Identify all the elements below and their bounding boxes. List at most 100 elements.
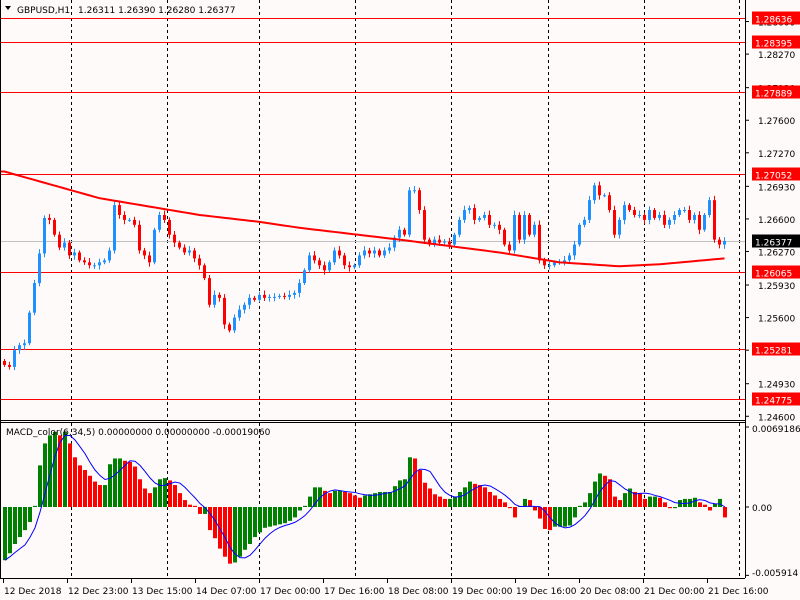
candle-body bbox=[113, 205, 116, 251]
candle-body bbox=[543, 260, 546, 266]
candle-body bbox=[688, 210, 691, 220]
macd-bar bbox=[513, 507, 517, 518]
candle-body bbox=[633, 210, 636, 215]
candle-body bbox=[153, 229, 156, 263]
time-tick-label: 17 Dec 16:00 bbox=[324, 587, 385, 597]
candle-body bbox=[363, 250, 366, 256]
time-tick-label: 20 Dec 08:00 bbox=[580, 587, 641, 597]
macd-bar bbox=[408, 457, 412, 507]
macd-bar bbox=[13, 507, 17, 544]
candle-body bbox=[703, 214, 706, 230]
time-tick-label: 17 Dec 00:00 bbox=[260, 587, 321, 597]
macd-bar bbox=[103, 485, 107, 507]
macd-bar bbox=[623, 493, 627, 507]
macd-bar bbox=[448, 498, 452, 507]
candle-body bbox=[413, 190, 416, 192]
price-level-label: 1.28636 bbox=[755, 16, 792, 26]
candle-body bbox=[573, 244, 576, 256]
candle bbox=[518, 212, 521, 244]
candle-body bbox=[378, 250, 381, 256]
candle-body bbox=[713, 200, 716, 240]
candle-body bbox=[333, 250, 336, 263]
candle-body bbox=[348, 265, 351, 268]
macd-bar bbox=[218, 507, 222, 549]
candle-body bbox=[23, 343, 26, 346]
candle-body bbox=[13, 350, 16, 367]
candle-body bbox=[613, 210, 616, 235]
macd-bar bbox=[153, 487, 157, 507]
candle bbox=[28, 310, 31, 346]
macd-bar bbox=[718, 498, 722, 507]
candle-body bbox=[653, 210, 656, 218]
macd-bar bbox=[23, 507, 27, 531]
candle-body bbox=[418, 190, 421, 211]
candle-body bbox=[608, 195, 611, 211]
macd-bar bbox=[653, 496, 657, 507]
candle-body bbox=[388, 247, 391, 251]
macd-bar bbox=[478, 485, 482, 507]
macd-bar bbox=[108, 464, 112, 507]
candle-body bbox=[588, 200, 591, 220]
macd-bar bbox=[258, 507, 262, 533]
macd-bar bbox=[128, 461, 132, 507]
candle-body bbox=[133, 219, 136, 225]
candle-body bbox=[673, 214, 676, 220]
candle bbox=[703, 212, 706, 232]
candle-body bbox=[143, 250, 146, 256]
price-tick-label: 1.24930 bbox=[758, 381, 795, 391]
macd-bar bbox=[243, 507, 247, 550]
macd-bar bbox=[723, 507, 727, 518]
macd-bar bbox=[493, 495, 497, 507]
macd-tick-label: -0.005914 bbox=[752, 569, 798, 579]
macd-bar bbox=[18, 507, 22, 538]
candle bbox=[538, 220, 541, 264]
candle-body bbox=[678, 210, 681, 215]
macd-bar bbox=[193, 505, 197, 507]
candle-body bbox=[248, 297, 251, 305]
candle-body bbox=[598, 185, 601, 196]
candle-body bbox=[328, 262, 331, 271]
candle-body bbox=[483, 214, 486, 218]
macd-bar bbox=[123, 460, 127, 507]
macd-bar bbox=[433, 494, 437, 507]
candle-body bbox=[668, 219, 671, 225]
macd-bar bbox=[488, 491, 492, 507]
macd-bar bbox=[388, 491, 392, 507]
macd-bar bbox=[8, 507, 12, 554]
macd-bar bbox=[338, 490, 342, 507]
macd-bar bbox=[3, 507, 7, 561]
macd-bar bbox=[708, 507, 712, 511]
candle-body bbox=[138, 224, 141, 251]
macd-bar bbox=[173, 485, 177, 507]
symbol-label: GBPUSD,H1 bbox=[17, 6, 70, 16]
candle-body bbox=[603, 195, 606, 197]
candle bbox=[223, 294, 226, 329]
chart-header[interactable]: GBPUSD,H1 1.26311 1.26390 1.26280 1.2637… bbox=[5, 6, 235, 16]
time-tick-label: 19 Dec 00:00 bbox=[452, 587, 513, 597]
background bbox=[0, 0, 800, 600]
price-tick-label: 1.28270 bbox=[758, 51, 795, 61]
candle bbox=[418, 187, 421, 214]
candle-body bbox=[83, 260, 86, 263]
macd-bar bbox=[443, 498, 447, 507]
candle-body bbox=[623, 205, 626, 220]
candle bbox=[43, 215, 46, 258]
candle-body bbox=[343, 255, 346, 266]
macd-bar bbox=[83, 470, 87, 507]
macd-bar bbox=[38, 465, 42, 507]
macd-bar bbox=[268, 507, 272, 527]
candle-body bbox=[693, 214, 696, 220]
macd-bar bbox=[693, 497, 697, 507]
candle-body bbox=[203, 265, 206, 279]
candle-body bbox=[183, 247, 186, 253]
macd-bar bbox=[673, 507, 677, 509]
candle-body bbox=[163, 214, 166, 220]
time-tick-label: 14 Dec 07:00 bbox=[196, 587, 257, 597]
candle-body bbox=[293, 292, 296, 295]
macd-bar bbox=[578, 505, 582, 507]
candle-body bbox=[403, 229, 406, 235]
candle-body bbox=[698, 214, 701, 230]
candle-body bbox=[593, 185, 596, 201]
candle-body bbox=[43, 217, 46, 254]
candle bbox=[303, 268, 306, 286]
